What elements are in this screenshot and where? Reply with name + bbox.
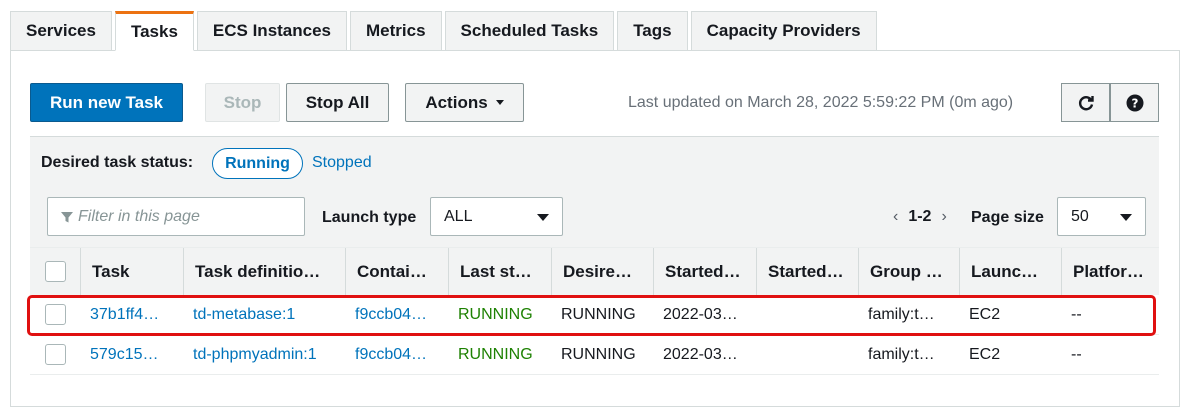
status-running-toggle[interactable]: Running (212, 148, 303, 179)
column-header-task[interactable]: Task (80, 248, 183, 295)
row-checkbox[interactable] (44, 344, 66, 365)
filter-placeholder: Filter in this page (78, 207, 200, 225)
row-checkbox[interactable] (44, 304, 66, 325)
select-all-cell (30, 248, 80, 295)
task-id-link[interactable]: 579c15… (80, 346, 183, 364)
tasks-panel: Run new Task Stop Stop All Actions Last … (10, 50, 1180, 407)
stop-button[interactable]: Stop (205, 83, 280, 122)
column-header-container[interactable]: Contai… (345, 248, 448, 295)
tasks-table: Task Task definitio… Contai… Last st… De… (30, 247, 1159, 375)
tab-metrics[interactable]: Metrics (350, 11, 442, 51)
tab-ecs-instances[interactable]: ECS Instances (196, 11, 348, 51)
page-size-label: Page size (971, 209, 1044, 226)
prev-page-icon[interactable]: ‹ (893, 208, 898, 226)
container-instance-link[interactable]: f9ccb04… (345, 346, 448, 364)
container-instance-link[interactable]: f9ccb04… (345, 306, 448, 324)
last-updated-text: Last updated on March 28, 2022 5:59:22 P… (628, 94, 1014, 111)
actions-dropdown-button[interactable]: Actions (405, 83, 524, 122)
page-size-value: 50 (1071, 207, 1089, 225)
task-definition-link[interactable]: td-metabase:1 (183, 306, 345, 324)
desired-status-bar: Desired task status: Running Stopped (30, 136, 1159, 191)
dropdown-arrow-icon (1120, 214, 1132, 221)
dropdown-arrow-icon (537, 214, 549, 221)
desired-status-value: RUNNING (561, 305, 636, 323)
help-button[interactable]: ? (1110, 83, 1159, 122)
table-row[interactable]: 579c15… td-phpmyadmin:1 f9ccb04… RUNNING… (30, 335, 1159, 375)
task-definition-link[interactable]: td-phpmyadmin:1 (183, 346, 345, 364)
launch-type-label: Launch type (322, 209, 417, 226)
pagination: ‹ 1-2 › (893, 208, 947, 226)
launch-type-value: ALL (444, 207, 473, 225)
started-at-value: 2022-03… (663, 345, 738, 363)
filter-toolbar: Filter in this page Launch type ALL ‹ 1-… (30, 191, 1159, 247)
column-header-desired-status[interactable]: Desire… (551, 248, 653, 295)
table-header: Task Task definitio… Contai… Last st… De… (30, 247, 1159, 295)
tab-bar: Services Tasks ECS Instances Metrics Sch… (10, 11, 880, 51)
table-row[interactable]: 37b1ff4… td-metabase:1 f9ccb04… RUNNING … (30, 295, 1159, 335)
status-stopped-link[interactable]: Stopped (312, 154, 372, 172)
last-status-value: RUNNING (458, 305, 533, 323)
column-header-group[interactable]: Group … (858, 248, 959, 295)
desired-status-value: RUNNING (561, 345, 636, 363)
group-value: family:t… (868, 345, 935, 363)
caret-down-icon (495, 100, 504, 105)
tab-tags[interactable]: Tags (617, 11, 688, 51)
filter-icon (61, 211, 73, 222)
launch-type-select[interactable]: ALL (430, 197, 563, 236)
tab-services[interactable]: Services (10, 11, 112, 51)
svg-text:?: ? (1131, 96, 1138, 110)
last-status-value: RUNNING (458, 345, 533, 363)
column-header-started-at[interactable]: Started… (653, 248, 756, 295)
platform-value: -- (1071, 305, 1082, 323)
refresh-icon (1078, 95, 1094, 110)
task-id-link[interactable]: 37b1ff4… (80, 306, 183, 324)
row-select-cell (30, 344, 80, 365)
column-header-launch-type[interactable]: Launc… (959, 248, 1061, 295)
next-page-icon[interactable]: › (941, 208, 946, 226)
run-new-task-button[interactable]: Run new Task (30, 83, 183, 122)
column-header-platform[interactable]: Platfor… (1061, 248, 1159, 295)
select-all-checkbox[interactable] (44, 261, 66, 282)
group-value: family:t… (868, 305, 935, 323)
desired-status-label: Desired task status: (41, 154, 194, 171)
actions-label: Actions (425, 92, 488, 112)
refresh-button[interactable] (1061, 83, 1110, 122)
launch-type-value: EC2 (969, 345, 1001, 363)
help-icon: ? (1126, 94, 1143, 111)
column-header-last-status[interactable]: Last st… (448, 248, 551, 295)
filter-input[interactable]: Filter in this page (47, 197, 305, 236)
started-at-value: 2022-03… (663, 305, 738, 323)
column-header-task-definition[interactable]: Task definitio… (183, 248, 345, 295)
page-range: 1-2 (908, 208, 932, 225)
stop-all-button[interactable]: Stop All (286, 83, 389, 122)
tab-capacity-providers[interactable]: Capacity Providers (690, 11, 877, 51)
tab-scheduled-tasks[interactable]: Scheduled Tasks (444, 11, 615, 51)
platform-value: -- (1071, 345, 1082, 363)
row-select-cell (30, 304, 80, 325)
page-size-select[interactable]: 50 (1057, 197, 1146, 236)
tab-tasks[interactable]: Tasks (114, 11, 194, 51)
launch-type-value: EC2 (969, 305, 1001, 323)
column-header-started-by[interactable]: Started… (756, 248, 858, 295)
